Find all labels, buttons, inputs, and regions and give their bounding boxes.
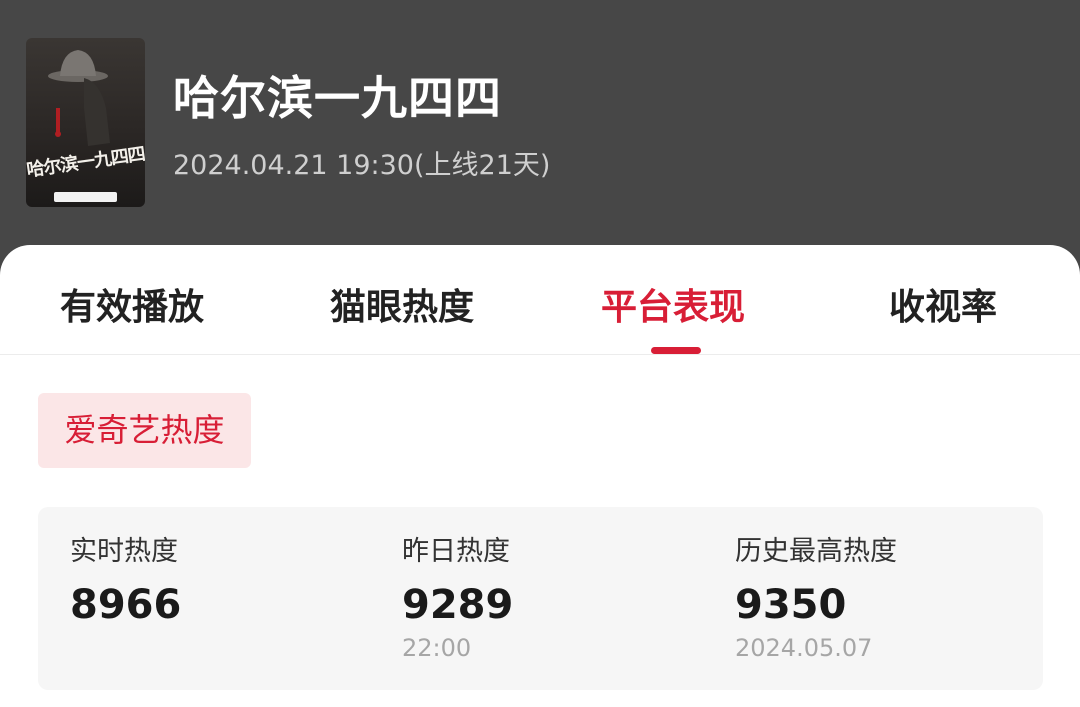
show-air-date: 2024.04.21 19:30(上线21天) (173, 150, 551, 181)
poster-platform-strip (54, 192, 117, 202)
stat-date: 2024.05.07 (735, 634, 873, 662)
show-header: 哈尔滨一九四四 哈尔滨一九四四 2024.04.21 19:30(上线21天) (0, 0, 1080, 280)
tab-maoyan-heat[interactable]: 猫眼热度 (330, 278, 474, 330)
tab-platform-performance[interactable]: 平台表现 (601, 278, 745, 330)
stat-value: 9350 (735, 582, 847, 628)
platform-chip-iqiyi[interactable]: 爱奇艺热度 (38, 393, 251, 468)
stats-card: 有效播放 猫眼热度 平台表现 收视率 爱奇艺热度 实时热度 8966 昨日热度 … (0, 245, 1080, 707)
active-tab-indicator (651, 347, 701, 354)
stat-historical-peak-heat: 历史最高热度 9350 2024.05.07 (735, 529, 897, 662)
stat-value: 8966 (70, 582, 182, 628)
tab-bar: 有效播放 猫眼热度 平台表现 收视率 (0, 245, 1080, 355)
stat-yesterday-heat: 昨日热度 9289 22:00 (402, 529, 513, 662)
stat-label: 历史最高热度 (735, 536, 897, 567)
tab-ratings[interactable]: 收视率 (889, 278, 997, 330)
heat-stats-panel: 实时热度 8966 昨日热度 9289 22:00 历史最高热度 9350 20… (38, 507, 1043, 690)
stat-label: 昨日热度 (402, 536, 510, 567)
poster-artwork (48, 50, 110, 146)
stat-label: 实时热度 (70, 536, 178, 567)
tab-effective-plays[interactable]: 有效播放 (60, 278, 204, 330)
stat-realtime-heat: 实时热度 8966 (70, 529, 181, 628)
stat-value: 9289 (402, 582, 514, 628)
show-poster[interactable]: 哈尔滨一九四四 (26, 38, 145, 207)
show-title: 哈尔滨一九四四 (173, 71, 502, 125)
stat-timestamp: 22:00 (402, 634, 472, 662)
